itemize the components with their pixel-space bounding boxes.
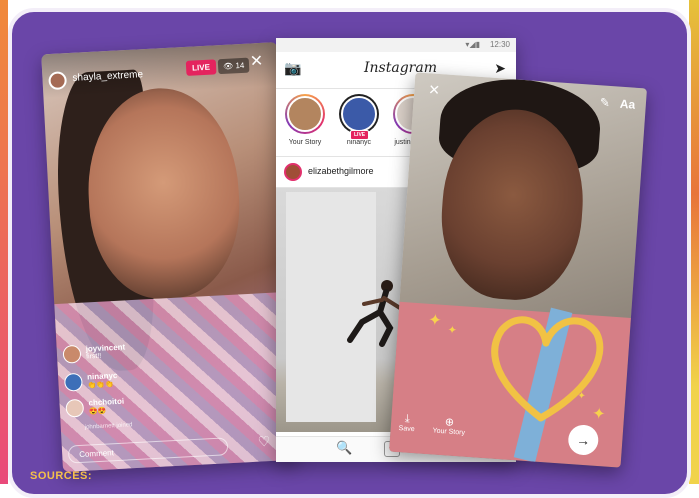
comment-text: 😍😍	[88, 407, 107, 416]
commenter-avatar	[65, 398, 85, 418]
commenter-avatar	[63, 372, 83, 392]
story-avatar	[287, 96, 323, 132]
close-icon[interactable]: ✕	[249, 51, 263, 72]
sparkle-icon: ✦	[591, 405, 607, 424]
save-button[interactable]: ⤓ Save	[398, 412, 415, 433]
comment-text: first!!	[85, 352, 102, 361]
live-video-phone: shayla_extreme LIVE 👁 14 ✕ joyvincent fir…	[41, 42, 299, 472]
commenter-name: chchoitoi	[88, 396, 125, 408]
viewer-count-badge[interactable]: 👁 14	[217, 57, 250, 75]
story-label: ninanyc	[346, 139, 372, 146]
status-bar: ▾◢▮ 12:30	[276, 38, 516, 52]
live-badge: LIVE	[185, 59, 217, 76]
comment-item: ninanyc 👏👏👏	[63, 371, 118, 392]
your-story-button[interactable]: ⊕ Your Story	[432, 414, 466, 436]
sparkle-icon: ✦	[576, 390, 587, 403]
story-your-story[interactable]: Your Story	[278, 94, 332, 146]
text-tool-button[interactable]: Aa	[619, 97, 635, 112]
download-icon: ⤓	[404, 412, 411, 425]
story-ninanyc[interactable]: LIVE ninanyc	[332, 94, 386, 146]
post-user-avatar[interactable]	[284, 163, 302, 181]
save-label: Save	[398, 425, 415, 434]
direct-message-icon[interactable]: ➤	[494, 60, 506, 77]
sparkle-icon: ✦	[447, 324, 458, 337]
pen-icon[interactable]: ✎	[599, 95, 610, 110]
story-camera-phone: ✕ ✎ Aa ✦ ✦ ✦ ✦ ⤓ Save ⊕ Your Story →	[389, 72, 647, 468]
comment-item: chchoitoi 😍😍	[65, 397, 124, 418]
arrow-right-icon: →	[575, 431, 591, 449]
search-icon[interactable]: 🔍	[336, 440, 352, 456]
heart-icon[interactable]: ♡	[257, 433, 270, 451]
sparkle-icon: ✦	[427, 311, 443, 330]
camera-icon[interactable]: 📷	[284, 60, 301, 77]
comment-text: 👏👏👏	[87, 381, 114, 390]
left-decorative-edge	[0, 0, 8, 484]
story-ring	[339, 94, 379, 134]
sources-label: SOURCES:	[30, 470, 93, 482]
story-label: Your Story	[288, 139, 322, 146]
viewer-count: 14	[235, 60, 245, 71]
story-ring	[285, 94, 325, 134]
post-username[interactable]: elizabethgilmore	[308, 166, 374, 176]
story-live-badge: LIVE	[350, 130, 370, 140]
eye-icon: 👁	[222, 61, 234, 71]
commenter-avatar	[62, 344, 82, 364]
status-time: 12:30	[489, 40, 510, 49]
dancer-figure	[347, 280, 402, 347]
signal-icon: ▾◢▮	[465, 40, 480, 49]
story-avatar	[341, 96, 377, 132]
comment-item: joyvincent first!!	[62, 342, 125, 364]
close-icon[interactable]: ✕	[428, 81, 441, 99]
